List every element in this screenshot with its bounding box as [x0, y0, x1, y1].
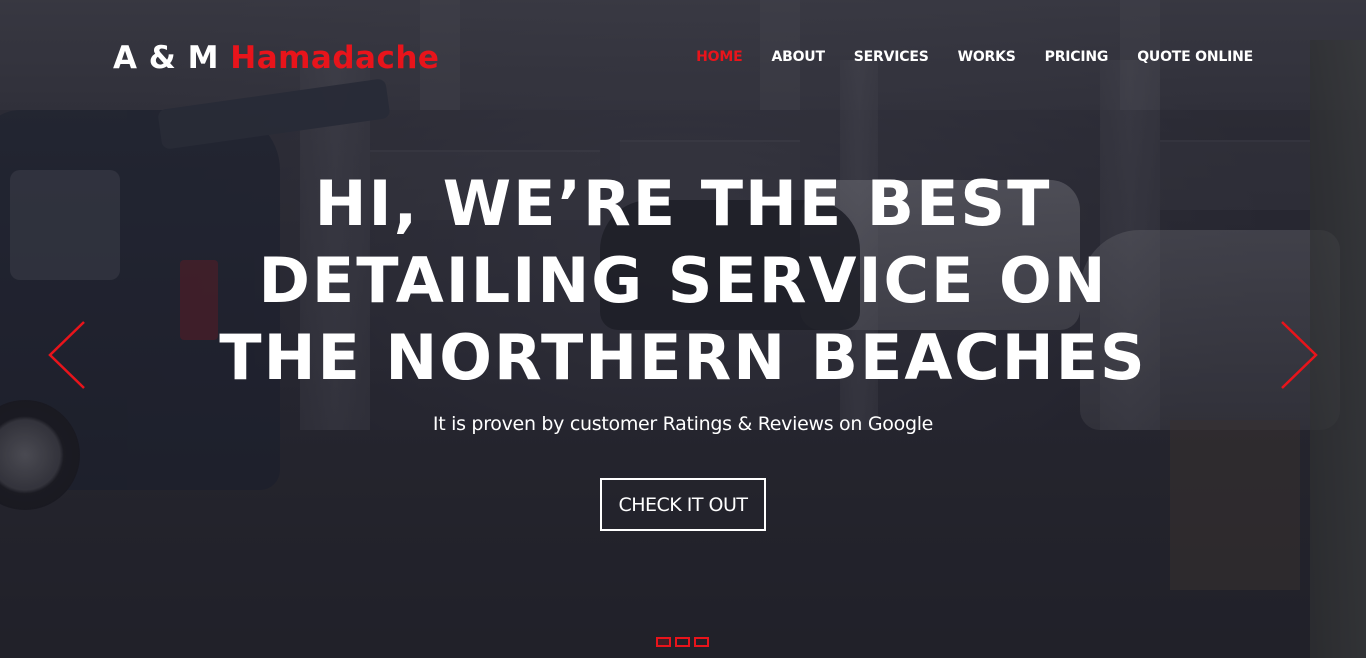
nav-item-home[interactable]: HOME — [696, 46, 743, 68]
headline-line: DETAILING SERVICE ON — [258, 244, 1108, 317]
carousel-indicator-2[interactable] — [675, 637, 690, 647]
nav-item-pricing[interactable]: PRICING — [1045, 46, 1109, 68]
carousel-indicator-1[interactable] — [656, 637, 671, 647]
hero-subtitle: It is proven by customer Ratings & Revie… — [432, 413, 934, 435]
headline-line: HI, WE’RE THE BEST — [314, 167, 1052, 240]
chevron-left-icon — [48, 321, 85, 389]
nav-item-quote-online[interactable]: QUOTE ONLINE — [1137, 46, 1253, 68]
hero-headline: HI, WE’RE THE BEST DETAILING SERVICE ON … — [183, 165, 1183, 396]
nav-menu: HOME ABOUT SERVICES WORKS PRICING QUOTE … — [667, 46, 1253, 68]
nav-item-about[interactable]: ABOUT — [771, 46, 825, 68]
carousel-prev-button[interactable] — [46, 320, 86, 390]
hero-section: A & M Hamadache HOME ABOUT SERVICES WORK… — [0, 0, 1366, 658]
headline-line: THE NORTHERN BEACHES — [219, 321, 1147, 394]
brand-main-text: A & M — [113, 40, 219, 76]
check-it-out-button[interactable]: CHECK IT OUT — [600, 478, 766, 531]
nav-item-works[interactable]: WORKS — [958, 46, 1016, 68]
brand-logo[interactable]: A & M Hamadache — [113, 38, 439, 78]
carousel-next-button[interactable] — [1280, 320, 1320, 390]
nav-item-services[interactable]: SERVICES — [854, 46, 929, 68]
carousel-indicator-3[interactable] — [694, 637, 709, 647]
chevron-right-icon — [1281, 321, 1318, 389]
navbar: A & M Hamadache HOME ABOUT SERVICES WORK… — [0, 0, 1366, 115]
brand-accent-text: Hamadache — [230, 40, 440, 76]
carousel-indicators — [656, 637, 709, 647]
